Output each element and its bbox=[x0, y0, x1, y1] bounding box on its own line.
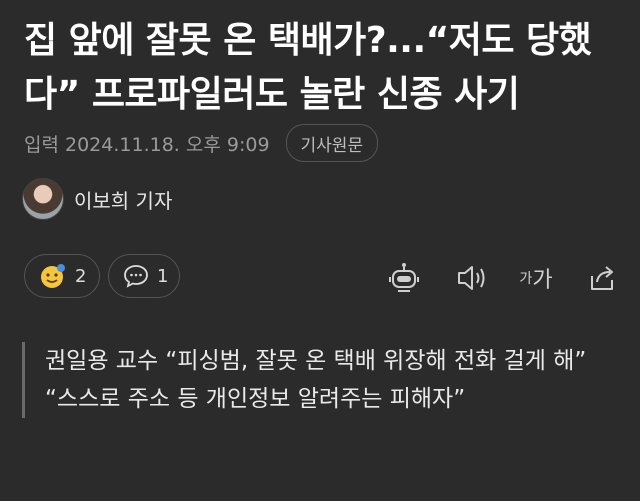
comment-count: 1 bbox=[157, 265, 169, 287]
reaction-button[interactable]: 2 bbox=[24, 254, 100, 298]
article-page: 집 앞에 잘못 온 택배가?...“저도 당했다” 프로파일러도 놀란 신종 사… bbox=[0, 0, 640, 501]
speaker-icon[interactable] bbox=[452, 258, 492, 298]
article-title: 집 앞에 잘못 온 택배가?...“저도 당했다” 프로파일러도 놀란 신종 사… bbox=[24, 20, 592, 115]
meta-row: 입력 2024.11.18. 오후 9:09 기사원문 bbox=[24, 124, 379, 162]
share-icon[interactable] bbox=[582, 258, 622, 298]
reaction-count: 2 bbox=[75, 265, 87, 287]
author-row[interactable]: 이보희 기자 bbox=[22, 178, 172, 220]
smiley-icon bbox=[39, 262, 67, 290]
author-name[interactable]: 이보희 기자 bbox=[74, 185, 172, 214]
comment-icon bbox=[123, 263, 149, 289]
avatar[interactable] bbox=[22, 178, 64, 220]
comment-button[interactable]: 1 bbox=[108, 254, 180, 298]
subheading-2: “스스로 주소 등 개인정보 알려주는 피해자” bbox=[45, 386, 466, 412]
font-big-label: 가 bbox=[532, 268, 553, 293]
subheading-block: 권일용 교수 “피싱범, 잘못 온 택배 위장해 전화 걸게 해” “스스로 주… bbox=[22, 342, 635, 418]
font-small-label: 가 bbox=[519, 271, 533, 287]
subheading-1: 권일용 교수 “피싱범, 잘못 온 택배 위장해 전화 걸게 해” bbox=[45, 348, 587, 374]
original-article-button[interactable]: 기사원문 bbox=[285, 124, 379, 162]
published-date: 입력 2024.11.18. 오후 9:09 bbox=[24, 133, 270, 156]
font-size-button[interactable]: 가가 bbox=[514, 258, 558, 298]
robot-icon[interactable] bbox=[384, 258, 424, 298]
